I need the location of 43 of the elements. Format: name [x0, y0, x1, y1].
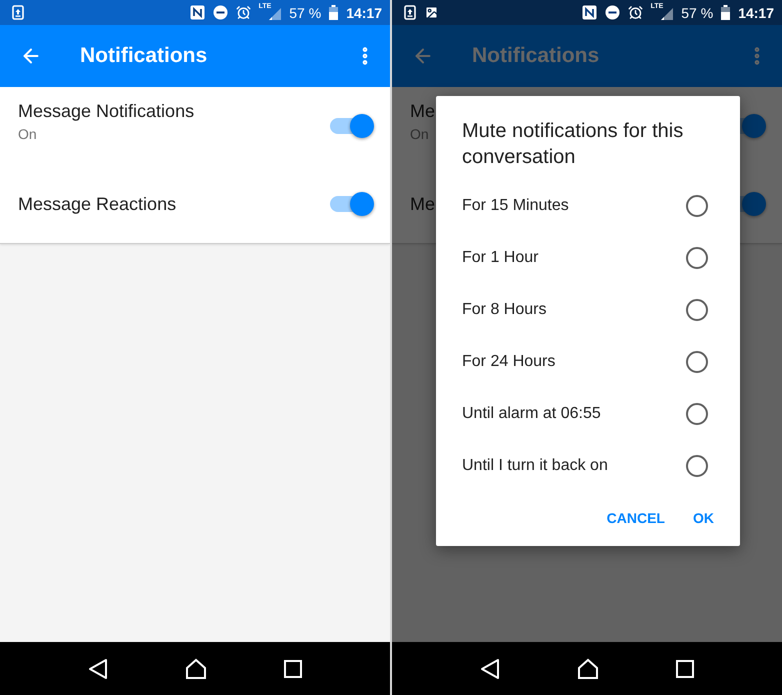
alarm-icon — [628, 5, 643, 20]
setting-status: On — [18, 126, 37, 142]
home-icon[interactable] — [576, 658, 599, 680]
radio-button[interactable] — [686, 455, 708, 477]
screen-title: Notifications — [80, 44, 208, 68]
setting-title: Message Reactions — [18, 194, 176, 214]
recents-icon[interactable] — [676, 660, 694, 678]
nfc-icon — [190, 5, 205, 20]
radio-button[interactable] — [686, 299, 708, 321]
battery-icon — [721, 5, 730, 20]
setting-title: Message Notifications — [18, 100, 194, 122]
back-nav-icon[interactable] — [480, 658, 500, 680]
clock: 14:17 — [346, 4, 382, 20]
radio-button[interactable] — [686, 403, 708, 425]
option-label: Until alarm at 06:55 — [462, 405, 601, 423]
battery-icon — [329, 5, 338, 20]
radio-button[interactable] — [686, 247, 708, 269]
battery-level: 57 % — [289, 4, 322, 20]
dialog-button[interactable]: OK — [693, 506, 714, 530]
home-icon[interactable] — [184, 658, 207, 680]
clock: 14:17 — [738, 4, 774, 20]
option-label: For 24 Hours — [462, 353, 556, 371]
radio-button[interactable] — [686, 351, 708, 373]
do-not-disturb-icon — [212, 5, 228, 20]
dialog-button[interactable]: CANCEL — [606, 506, 665, 530]
screenshot-icon — [404, 5, 416, 20]
alarm-icon — [236, 5, 251, 20]
nfc-icon — [582, 5, 597, 20]
back-nav-icon[interactable] — [88, 658, 108, 680]
image-icon — [424, 5, 439, 20]
dialog-title: Mute notifications for this conversation — [462, 119, 684, 170]
option-label: For 15 Minutes — [462, 197, 569, 215]
battery-level: 57 % — [681, 4, 714, 20]
setting-title: Me — [410, 100, 436, 122]
option-label: For 8 Hours — [462, 301, 546, 319]
do-not-disturb-icon — [604, 5, 620, 20]
radio-button[interactable] — [686, 195, 708, 217]
recents-icon[interactable] — [284, 660, 302, 678]
screenshot-icon — [12, 5, 24, 20]
option-label: Until I turn it back on — [462, 457, 608, 475]
setting-title: Me — [410, 194, 436, 214]
screen-title: Notifications — [472, 44, 600, 68]
option-label: For 1 Hour — [462, 249, 538, 267]
